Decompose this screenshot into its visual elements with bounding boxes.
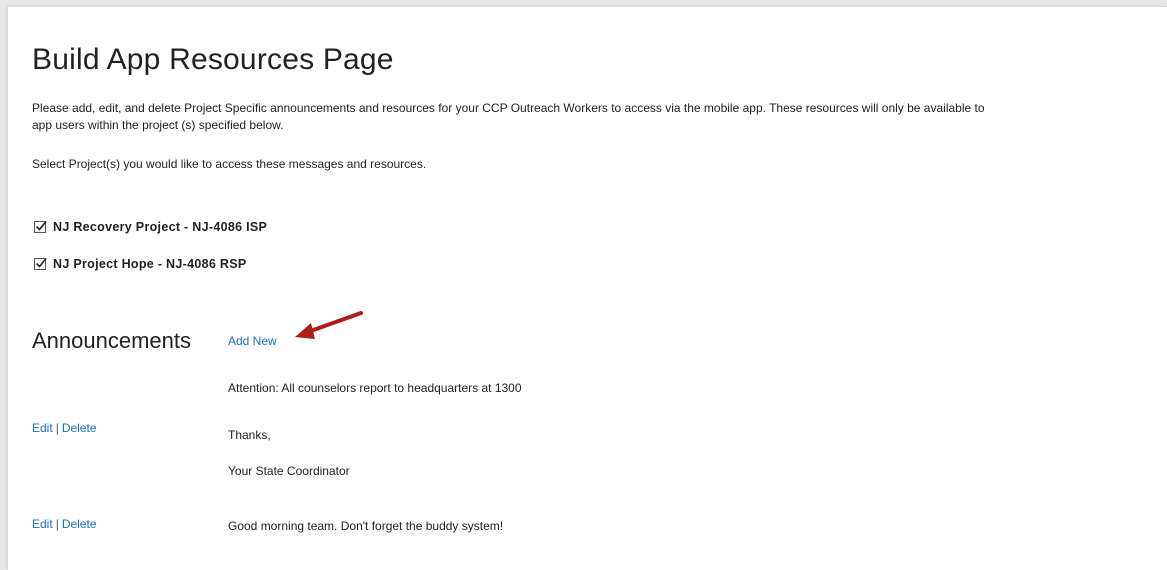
announcement-2-actions: Edit | Delete [32,517,97,531]
resources-page: Build App Resources Page Please add, edi… [7,6,1167,570]
announcement-2-delete-link[interactable]: Delete [62,517,97,531]
announcement-2-line-1: Good morning team. Don't forget the budd… [228,519,504,533]
annotation-arrow-icon [295,311,363,339]
announcement-1-line-3: Your State Coordinator [228,464,350,478]
page-title: Build App Resources Page [32,43,394,76]
page-description: Please add, edit, and delete Project Spe… [32,100,1167,134]
project-option-hope[interactable]: NJ Project Hope - NJ-4086 RSP [34,257,246,271]
project-checkbox-recovery[interactable] [34,220,47,233]
checkmark-icon [35,220,47,231]
project-label-recovery: NJ Recovery Project - NJ-4086 ISP [53,220,268,234]
announcement-1-line-2: Thanks, [228,428,271,442]
add-new-announcement-link[interactable]: Add New [228,334,277,348]
announcement-1-line-1: Attention: All counselors report to head… [228,381,522,395]
project-checkbox-hope[interactable] [34,257,47,270]
description-line-1: Please add, edit, and delete Project Spe… [32,101,985,115]
action-separator: | [55,517,59,531]
project-option-recovery[interactable]: NJ Recovery Project - NJ-4086 ISP [34,220,267,234]
announcement-1-edit-link[interactable]: Edit [32,421,53,435]
checkmark-icon [35,257,47,268]
select-projects-prompt: Select Project(s) you would like to acce… [32,157,427,171]
announcements-heading: Announcements [32,328,191,353]
project-label-hope: NJ Project Hope - NJ-4086 RSP [53,257,247,271]
announcement-2-edit-link[interactable]: Edit [32,517,53,531]
announcement-1-delete-link[interactable]: Delete [62,421,97,435]
description-line-2: app users within the project (s) specifi… [32,118,284,132]
announcement-1-actions: Edit | Delete [32,421,97,435]
action-separator: | [55,421,59,435]
